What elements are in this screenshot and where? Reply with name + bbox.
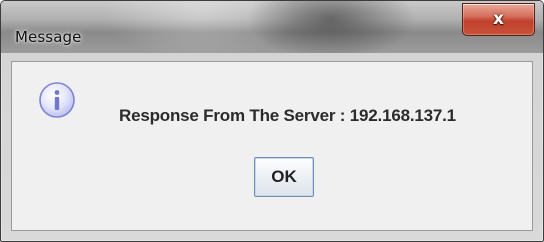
ok-button[interactable]: OK: [254, 157, 314, 197]
message-dialog-window: Message x Response From The Server : 192…: [0, 0, 544, 242]
info-icon: [39, 82, 75, 118]
server-response-message: Response From The Server : 192.168.137.1: [119, 106, 456, 125]
ok-button-label: OK: [271, 167, 297, 186]
dialog-content: Response From The Server : 192.168.137.1…: [11, 61, 533, 231]
window-title: Message: [15, 28, 82, 46]
title-bar[interactable]: Message x: [1, 1, 543, 53]
close-icon: x: [493, 9, 504, 29]
close-button[interactable]: x: [462, 3, 535, 36]
